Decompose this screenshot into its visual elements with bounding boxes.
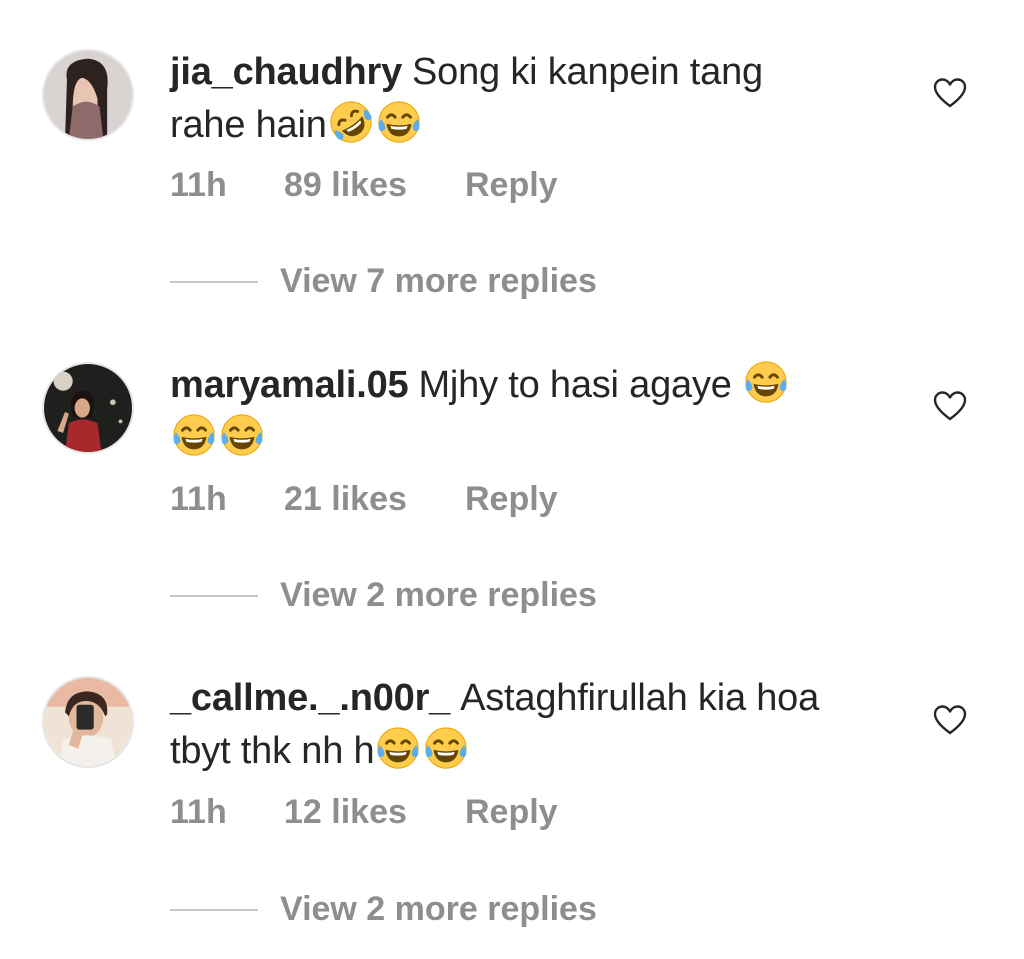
comment-text: jia_chaudhry Song ki kanpein tang rahe ha… bbox=[170, 46, 890, 152]
timestamp: 11h bbox=[170, 480, 227, 518]
face-with-tears-of-joy-emoji bbox=[171, 412, 217, 458]
face-with-tears-of-joy-emoji bbox=[376, 99, 422, 145]
avatar-image bbox=[44, 678, 132, 766]
username[interactable]: jia_chaudhry bbox=[170, 51, 402, 93]
comment-text: _callme._.n00r_ Astaghfirullah kia hoa tb… bbox=[170, 672, 890, 778]
comment-body-line2: tbyt thk nh h bbox=[170, 730, 375, 772]
view-replies-button[interactable]: View 7 more replies bbox=[280, 262, 597, 301]
view-replies-button[interactable]: View 2 more replies bbox=[280, 890, 597, 929]
rolling-on-floor-laughing-emoji bbox=[328, 99, 374, 145]
like-heart-icon[interactable] bbox=[933, 390, 967, 422]
username[interactable]: maryamali.05 bbox=[170, 364, 409, 406]
reply-button[interactable]: Reply bbox=[465, 166, 558, 205]
avatar[interactable] bbox=[42, 49, 134, 141]
comment-text: maryamali.05 Mjhy to hasi agaye bbox=[170, 359, 890, 465]
replies-divider bbox=[170, 281, 258, 283]
like-heart-icon[interactable] bbox=[933, 704, 967, 736]
replies-divider bbox=[170, 909, 258, 911]
comment-body-line1: Song ki kanpein tang bbox=[412, 51, 763, 93]
like-heart-icon[interactable] bbox=[933, 77, 967, 109]
likes-count[interactable]: 12 likes bbox=[284, 793, 407, 832]
avatar-image bbox=[44, 51, 132, 139]
face-with-tears-of-joy-emoji bbox=[743, 359, 789, 405]
face-with-tears-of-joy-emoji bbox=[423, 725, 469, 771]
avatar[interactable] bbox=[42, 676, 134, 768]
likes-count[interactable]: 89 likes bbox=[284, 166, 407, 205]
face-with-tears-of-joy-emoji bbox=[219, 412, 265, 458]
replies-divider bbox=[170, 595, 258, 597]
view-replies-button[interactable]: View 2 more replies bbox=[280, 576, 597, 615]
reply-button[interactable]: Reply bbox=[465, 793, 558, 832]
timestamp: 11h bbox=[170, 166, 227, 204]
comment-body-line1: Mjhy to hasi agaye bbox=[418, 364, 732, 406]
username[interactable]: _callme._.n00r_ bbox=[170, 677, 450, 719]
timestamp: 11h bbox=[170, 793, 227, 831]
likes-count[interactable]: 21 likes bbox=[284, 480, 407, 519]
avatar[interactable] bbox=[42, 362, 134, 454]
comment-body-line2: rahe hain bbox=[170, 104, 327, 146]
face-with-tears-of-joy-emoji bbox=[375, 725, 421, 771]
comment-body-line1: Astaghfirullah kia hoa bbox=[460, 677, 820, 719]
avatar-image bbox=[44, 364, 132, 452]
reply-button[interactable]: Reply bbox=[465, 480, 558, 519]
